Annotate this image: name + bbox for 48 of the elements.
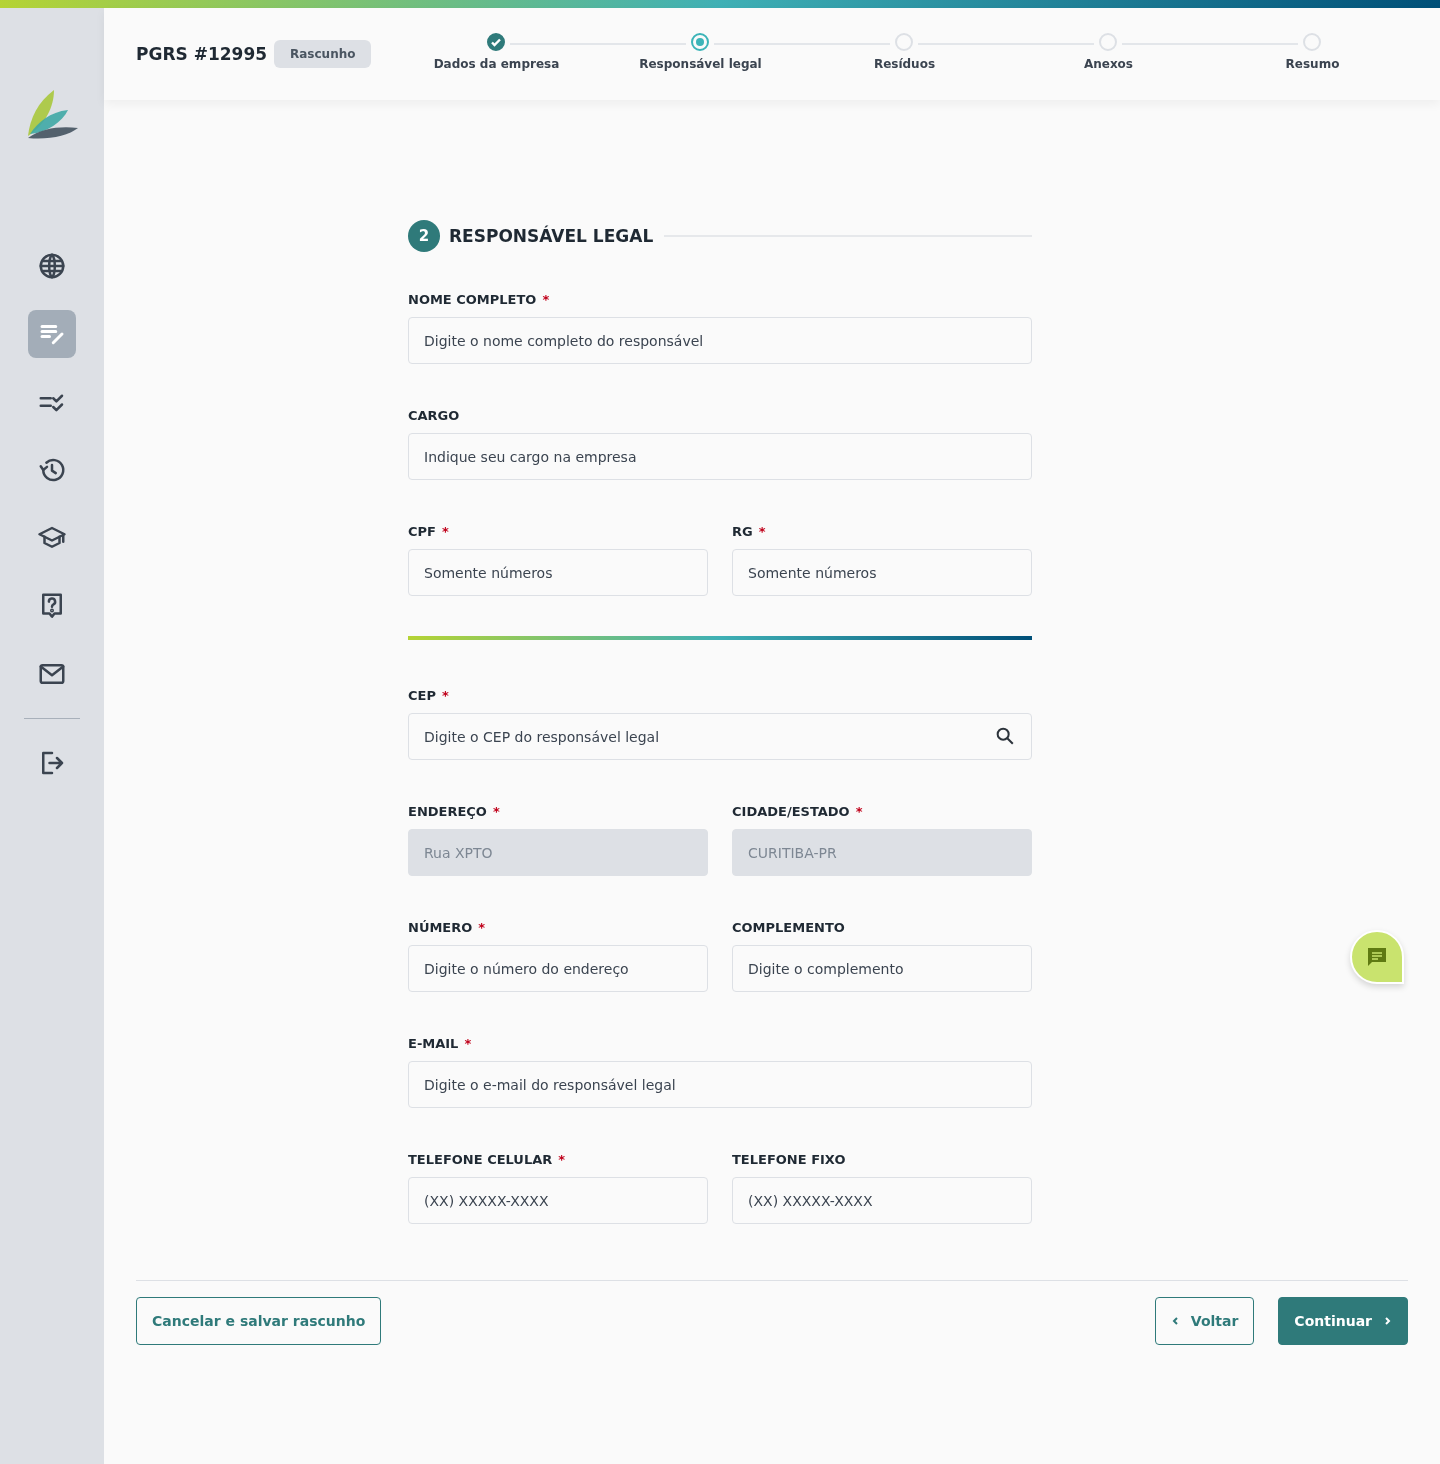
field-label: CPF [408,524,436,539]
field-label: TELEFONE FIXO [732,1152,846,1167]
chevron-left-icon [1170,1316,1181,1326]
required-mark: * [464,1036,472,1051]
required-mark: * [558,1152,566,1167]
field-label: RG [732,524,753,539]
field-label: CIDADE/ESTADO [732,804,850,819]
required-mark: * [441,688,449,703]
input-field[interactable]: Digite o CEP do responsável legal [408,713,1032,760]
section-title: RESPONSÁVEL LEGAL [449,226,654,246]
chat-icon [1365,945,1389,969]
back-button[interactable]: Voltar [1154,1297,1255,1345]
chat-button[interactable] [1350,930,1404,984]
field-label: COMPLEMENTO [732,920,845,935]
step-label: Anexos [1083,57,1133,71]
step-label: Responsável legal [639,57,762,71]
required-mark: * [478,920,486,935]
field-label: CARGO [408,408,460,423]
field-label: CEP [408,688,436,703]
input-field[interactable]: Indique seu cargo na empresa [408,433,1032,480]
input-field[interactable]: Somente números [732,549,1032,596]
field-label: ENDEREÇO [408,804,487,819]
step-label: Resíduos [873,57,936,71]
required-mark: * [855,804,863,819]
continue-button[interactable]: Continuar [1278,1297,1408,1345]
input-field[interactable]: Somente números [408,549,708,596]
section-number: 2 [408,220,440,252]
input-field[interactable]: Digite o complemento [732,945,1032,992]
input-field[interactable]: Digite o nome completo do responsável [408,317,1032,364]
step-label: Resumo [1285,57,1340,71]
field-label: TELEFONE CELULAR [408,1152,553,1167]
required-mark: * [542,292,550,307]
field-label: E-MAIL [408,1036,459,1051]
input-field[interactable]: (XX) XXXXX-XXXX [732,1177,1032,1224]
input-field[interactable]: Digite o número do endereço [408,945,708,992]
field-label: NOME COMPLETO [408,292,537,307]
field-label: NÚMERO [408,920,473,935]
status-badge: Rascunho [274,40,372,68]
cancel-button[interactable]: Cancelar e salvar rascunho [136,1297,382,1345]
required-mark: * [441,524,449,539]
chevron-right-icon [1382,1316,1392,1326]
input-field[interactable]: (XX) XXXXX-XXXX [408,1177,708,1224]
required-mark: * [492,804,500,819]
required-mark: * [758,524,766,539]
step-label: Dados da empresa [433,57,560,71]
document-title: PGRS #12995 [136,44,269,64]
input-field[interactable]: Digite o e-mail do responsável legal [408,1061,1032,1108]
search-icon[interactable] [994,725,1016,747]
